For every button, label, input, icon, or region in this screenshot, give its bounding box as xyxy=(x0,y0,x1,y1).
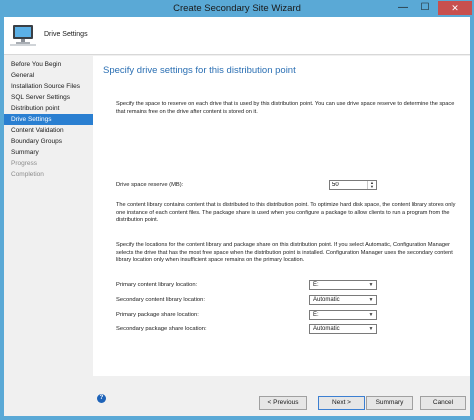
drive-reserve-description: Specify the space to reserve on each dri… xyxy=(116,101,455,115)
secondary-content-library-label: Secondary content library location: xyxy=(116,297,205,303)
spin-down-icon[interactable]: ▼ xyxy=(368,185,376,189)
help-icon[interactable]: ? xyxy=(97,394,106,403)
nav-item-summary[interactable]: Summary xyxy=(4,147,93,158)
chevron-down-icon[interactable]: ▼ xyxy=(367,281,375,289)
content-library-description: The content library contains content tha… xyxy=(116,202,456,224)
nav-item-content-validation[interactable]: Content Validation xyxy=(4,125,93,136)
nav-item-before-you-begin[interactable]: Before You Begin xyxy=(4,59,93,70)
title-bar: Create Secondary Site Wizard — ☐ ✕ xyxy=(0,0,474,17)
drive-space-reserve-stepper[interactable]: ▲ ▼ xyxy=(329,180,377,190)
primary-package-share-select[interactable]: E: ▼ xyxy=(309,310,377,320)
chevron-down-icon[interactable]: ▼ xyxy=(367,325,375,333)
minimize-button[interactable]: — xyxy=(392,1,414,15)
drive-space-reserve-label: Drive space reserve (MB): xyxy=(116,182,184,188)
select-value: Automatic xyxy=(313,326,340,332)
next-button[interactable]: Next > xyxy=(318,396,365,410)
wizard-header: Drive Settings xyxy=(4,17,470,55)
chevron-down-icon[interactable]: ▼ xyxy=(367,296,375,304)
primary-content-library-label: Primary content library location: xyxy=(116,282,198,288)
page-title: Specify drive settings for this distribu… xyxy=(103,65,296,76)
nav-item-installation-source-files[interactable]: Installation Source Files xyxy=(4,81,93,92)
select-value: E: xyxy=(313,312,319,318)
primary-content-library-select[interactable]: E: ▼ xyxy=(309,280,377,290)
wizard-window: Create Secondary Site Wizard — ☐ ✕ Drive… xyxy=(0,0,474,420)
nav-item-drive-settings[interactable]: Drive Settings xyxy=(4,114,93,125)
primary-package-share-label: Primary package share location: xyxy=(116,312,199,318)
nav-item-distribution-point[interactable]: Distribution point xyxy=(4,103,93,114)
spin-buttons[interactable]: ▲ ▼ xyxy=(367,181,376,189)
wizard-steps-nav: Before You Begin General Installation So… xyxy=(4,56,93,376)
nav-item-progress: Progress xyxy=(11,160,38,167)
nav-item-boundary-groups[interactable]: Boundary Groups xyxy=(4,136,93,147)
drive-space-reserve-input[interactable] xyxy=(331,181,365,189)
chevron-down-icon[interactable]: ▼ xyxy=(367,311,375,319)
secondary-package-share-select[interactable]: Automatic ▼ xyxy=(309,324,377,334)
nav-item-completion: Completion xyxy=(11,171,44,178)
cancel-button[interactable]: Cancel xyxy=(420,396,466,410)
select-value: Automatic xyxy=(313,297,340,303)
wizard-client-area: Drive Settings Before You Begin General … xyxy=(4,17,470,416)
page-heading: Drive Settings xyxy=(44,31,88,38)
summary-button[interactable]: Summary xyxy=(366,396,413,410)
computer-icon xyxy=(10,25,36,46)
previous-button[interactable]: < Previous xyxy=(259,396,307,410)
nav-item-general[interactable]: General xyxy=(4,70,93,81)
secondary-package-share-label: Secondary package share location: xyxy=(116,326,207,332)
close-button[interactable]: ✕ xyxy=(438,1,472,15)
select-value: E: xyxy=(313,282,319,288)
nav-item-sql-server-settings[interactable]: SQL Server Settings xyxy=(4,92,93,103)
secondary-content-library-select[interactable]: Automatic ▼ xyxy=(309,295,377,305)
locations-description: Specify the locations for the content li… xyxy=(116,242,453,264)
wizard-content: Specify drive settings for this distribu… xyxy=(93,56,470,376)
maximize-button[interactable]: ☐ xyxy=(414,1,436,15)
